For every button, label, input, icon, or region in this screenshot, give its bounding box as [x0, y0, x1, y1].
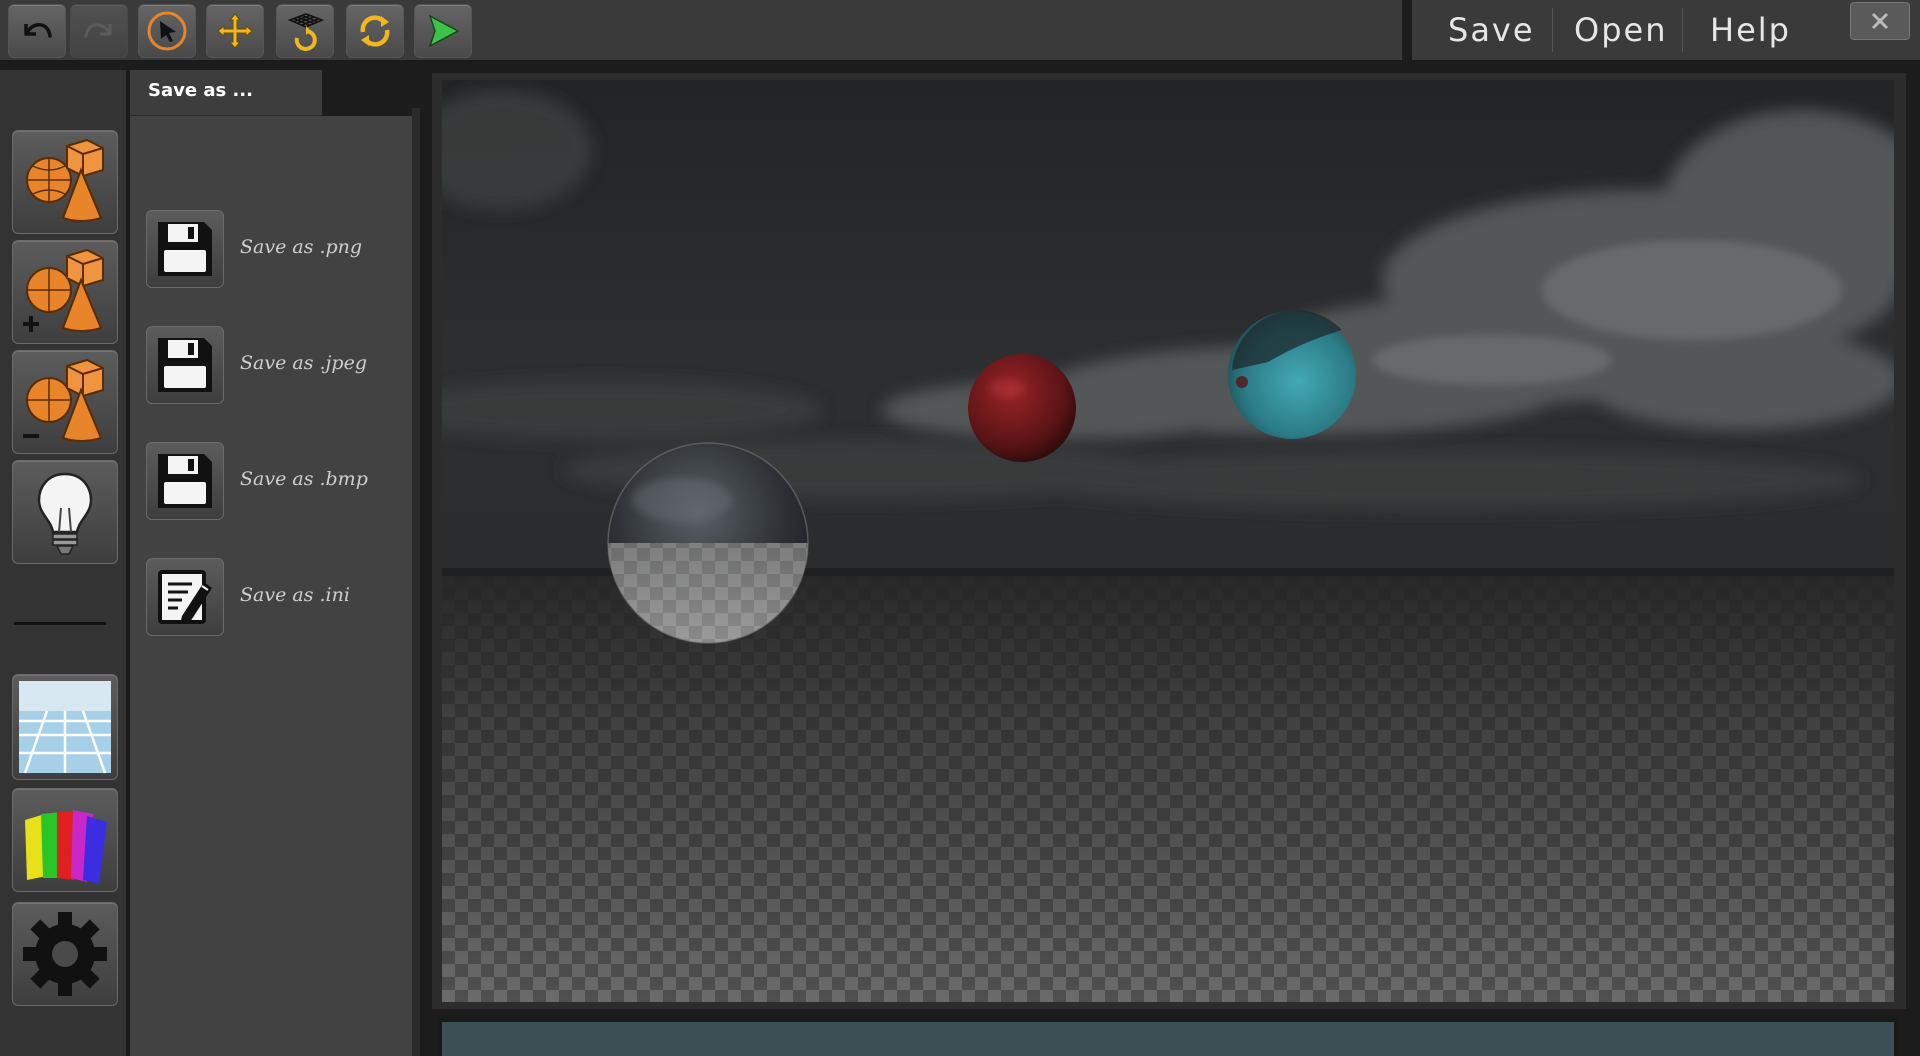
redo-button[interactable] [70, 4, 128, 58]
color-materials-button[interactable] [12, 788, 118, 892]
panel-edge [412, 108, 420, 1056]
close-icon [1871, 12, 1889, 30]
save-jpeg-button[interactable] [146, 326, 224, 404]
save-ini-label: Save as .ini [240, 584, 350, 606]
menu-separator [1552, 8, 1553, 52]
menu-help[interactable]: Help [1710, 8, 1791, 52]
grid-rotate-button[interactable] [276, 4, 334, 58]
status-bar [438, 1018, 1898, 1056]
light-button[interactable] [12, 460, 118, 564]
save-bmp-label: Save as .bmp [240, 468, 368, 490]
save-png-label: Save as .png [240, 236, 363, 258]
main-toolbar [0, 0, 1405, 62]
move-icon [217, 13, 253, 49]
tab-save-as-label: Save as ... [148, 80, 253, 101]
undo-button[interactable] [8, 4, 66, 58]
add-object-icon [23, 248, 104, 332]
objects-icon [26, 138, 104, 222]
glass-sphere [607, 442, 809, 644]
menu-open[interactable]: Open [1574, 8, 1667, 52]
light-bulb-icon [37, 472, 93, 555]
floppy-disk-icon [158, 338, 212, 392]
objects-button[interactable] [12, 130, 118, 234]
remove-object-icon [23, 358, 104, 442]
menu-bar: Save Open Help [1412, 0, 1920, 62]
save-jpeg-label: Save as .jpeg [240, 352, 367, 374]
save-png-button[interactable] [146, 210, 224, 288]
move-tool-button[interactable] [206, 4, 264, 58]
edit-document-icon [158, 570, 212, 624]
sidebar-divider [14, 622, 106, 625]
floppy-disk-icon [158, 222, 212, 276]
save-png-item[interactable]: Save as .png [146, 210, 406, 288]
render-viewport[interactable] [442, 80, 1894, 1002]
render-play-button[interactable] [414, 4, 472, 58]
close-button[interactable] [1850, 2, 1910, 40]
panel-header-gap [322, 70, 420, 116]
save-bmp-item[interactable]: Save as .bmp [146, 442, 406, 520]
add-object-button[interactable] [12, 240, 118, 344]
floppy-disk-icon [158, 454, 212, 508]
remove-object-button[interactable] [12, 350, 118, 454]
menu-separator [1682, 8, 1683, 52]
floor-grid-button[interactable] [12, 674, 118, 780]
settings-button[interactable] [12, 902, 118, 1006]
save-bmp-button[interactable] [146, 442, 224, 520]
refresh-button[interactable] [346, 4, 404, 58]
grid-rotate-icon [287, 13, 325, 51]
save-ini-item[interactable]: Save as .ini [146, 558, 406, 636]
select-tool-button[interactable] [138, 4, 196, 58]
menu-save[interactable]: Save [1448, 8, 1535, 52]
color-swatches-icon [25, 810, 107, 884]
undo-icon [24, 23, 52, 38]
tab-save-as[interactable]: Save as ... [130, 70, 322, 116]
save-jpeg-item[interactable]: Save as .jpeg [146, 326, 406, 404]
tool-sidebar [0, 70, 128, 1056]
floor-grid-icon [19, 681, 111, 774]
red-sphere [968, 354, 1076, 462]
play-render-icon [428, 14, 460, 48]
rendered-scene [442, 80, 1894, 1002]
refresh-icon [360, 15, 390, 47]
settings-gear-icon [23, 912, 107, 996]
select-icon [147, 11, 187, 51]
teal-sphere [1228, 310, 1356, 439]
redo-icon [84, 23, 112, 38]
save-ini-button[interactable] [146, 558, 224, 636]
